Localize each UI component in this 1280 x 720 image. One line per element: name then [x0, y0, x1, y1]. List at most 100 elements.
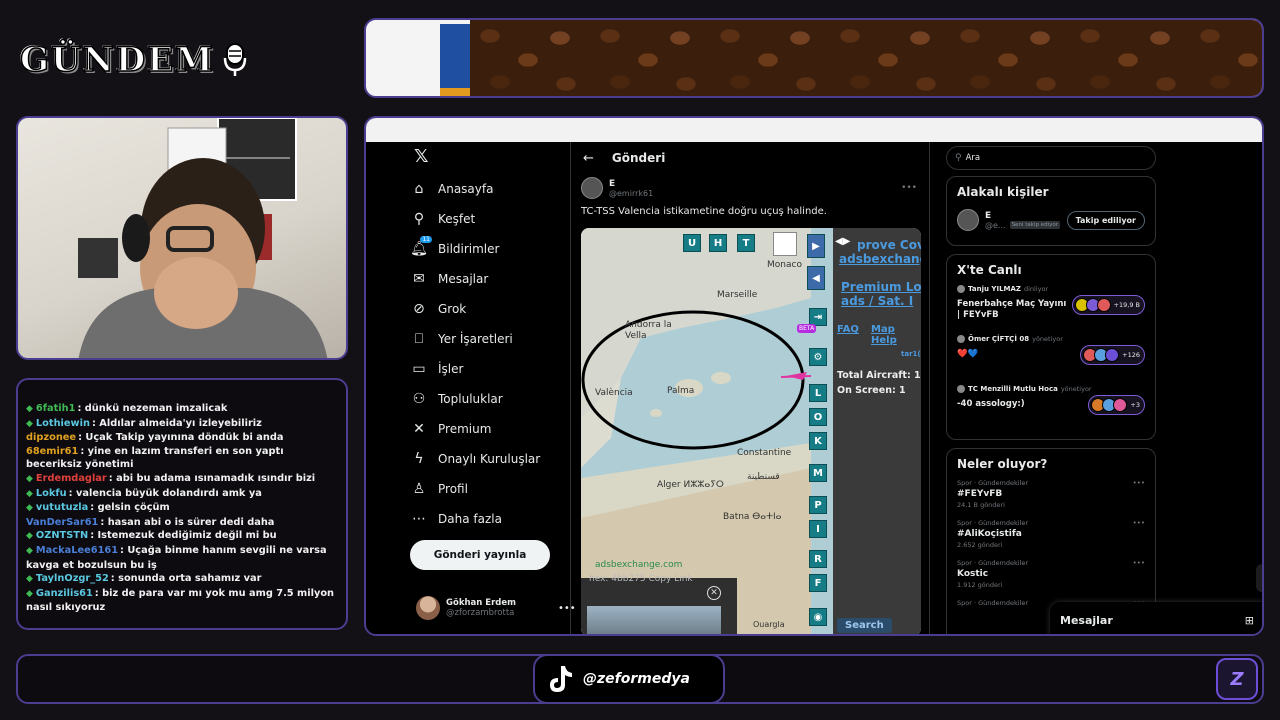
chat-message: ◆ MackaLee6161: Uçağa binme hanım sevgili… — [26, 544, 340, 572]
nav-item-more-circle[interactable]: ⋯ Daha fazla — [410, 504, 560, 534]
aircraft-photo — [587, 606, 721, 634]
trend-item[interactable]: Spor · Gündemdekiler #AliKoçistifa 2.652 g… — [957, 519, 1145, 549]
nav-item-lightning[interactable]: ϟ Onaylı Kuruluşlar — [410, 444, 560, 474]
map-watermark: adsbexchange.com — [595, 560, 683, 570]
chat-text: : hasan abi o is sürer dedi daha — [100, 516, 275, 528]
chat-username[interactable]: TaylnOzgr_52 — [36, 573, 109, 584]
chat-username[interactable]: Lothiewin — [36, 418, 90, 429]
author-name[interactable]: E — [609, 179, 653, 189]
chat-username[interactable]: 68emir61 — [26, 446, 78, 457]
more-dots-icon[interactable]: ••• — [901, 183, 917, 193]
panel-subtitle[interactable]: adsbexchang — [839, 252, 921, 266]
chat-text: : gelsin çöçüm — [90, 502, 170, 514]
beta-badge: BETA — [797, 324, 817, 333]
nav-item-mail[interactable]: ✉ Mesajlar — [410, 264, 560, 294]
nav-item-bookmark[interactable]: ⎕ Yer İşaretleri — [410, 324, 560, 354]
chat-username[interactable]: Ganzilis61 — [36, 588, 93, 599]
following-button[interactable]: Takip ediliyor — [1066, 210, 1145, 230]
map-btn-m[interactable]: M — [809, 464, 827, 482]
map-nav-prev[interactable]: ◀ — [807, 266, 825, 290]
more-dots-icon[interactable]: ••• — [1133, 559, 1145, 567]
nav-item-briefcase[interactable]: ▭ İşler — [410, 354, 560, 384]
help-link[interactable]: Help — [871, 335, 917, 346]
nav-item-person[interactable]: ♙ Profil — [410, 474, 560, 504]
new-message-icon[interactable]: ⊞ — [1245, 614, 1254, 627]
trend-count: 24,1 B gönderi — [957, 501, 1005, 509]
post-button[interactable]: Gönderi yayınla — [410, 540, 550, 570]
tweet-image-map[interactable]: Monaco Marseille Andorra la Vella Valènc… — [581, 228, 921, 634]
map-search-button[interactable]: Search — [837, 618, 892, 633]
chat-username[interactable]: Erdemdaglar — [36, 473, 107, 484]
map-help-link[interactable]: Map — [871, 324, 895, 335]
panel-collapse-icon[interactable]: ◀▶ — [835, 236, 850, 247]
x-logo-icon[interactable]: 𝕏 — [410, 146, 560, 174]
chat-message: ◆ 6fatih1: dünkü nezeman imzalicak — [26, 402, 340, 417]
map-btn-u[interactable]: U — [683, 234, 701, 252]
nav-item-people[interactable]: ⚇ Topluluklar — [410, 384, 560, 414]
avatar — [416, 596, 440, 620]
map-btn-t[interactable]: T — [737, 234, 755, 252]
more-circle-icon: ⋯ — [412, 511, 426, 527]
tar-link[interactable]: tar1( — [901, 350, 921, 358]
trend-item[interactable]: Spor · Gündemdekiler Kostic 1.912 gönderi •… — [957, 559, 1145, 589]
nav-item-search[interactable]: ⚲ Keşfet — [410, 204, 560, 234]
nav-item-home[interactable]: ⌂ Anasayfa — [410, 174, 560, 204]
nav-item-grok[interactable]: ⊘ Grok — [410, 294, 560, 324]
map-label-andorra: Andorra la Vella — [625, 320, 672, 341]
chat-message-list: ◆ 6fatih1: dünkü nezeman imzalicak ◆ Lothie… — [26, 402, 340, 615]
back-arrow-icon[interactable]: ← — [583, 151, 594, 166]
search-input[interactable]: ⚲ Ara — [946, 146, 1156, 170]
map-label-valencia: València — [595, 388, 633, 398]
map-nav-next[interactable]: ▶ — [807, 234, 825, 258]
replay-icon[interactable]: ◉ — [809, 608, 827, 626]
live-space-item[interactable]: Ömer ÇİFTÇİ 08 yönetiyor ❤️💙 +126 — [957, 335, 1145, 373]
scroll-up-button[interactable] — [1256, 564, 1262, 592]
more-dots-icon[interactable]: ••• — [1133, 519, 1145, 527]
map-btn-r[interactable]: R — [809, 550, 827, 568]
map-btn-o[interactable]: O — [809, 408, 827, 426]
map-btn-f[interactable]: F — [809, 574, 827, 592]
nav-item-x-premium[interactable]: ✕ Premium — [410, 414, 560, 444]
map-btn-l[interactable]: L — [809, 384, 827, 402]
tiktok-handle: @zeformedya — [583, 671, 690, 687]
nav-item-bell[interactable]: 🔔︎ 11 Bildirimler — [410, 234, 560, 264]
nav-label: Keşfet — [438, 212, 476, 226]
host-status: yönetiyor — [1060, 385, 1092, 393]
browser-top-bar — [366, 118, 1262, 142]
chat-message: ◆ Erdemdaglar: abi bu adama ısınamadık ıs… — [26, 472, 340, 487]
chat-username[interactable]: 6fatih1 — [36, 403, 76, 414]
live-space-item[interactable]: Tanju YILMAZ dinliyor Fenerbahçe Maç Yayın… — [957, 285, 1145, 323]
chat-username[interactable]: MackaLee6161 — [36, 545, 118, 556]
messages-drawer[interactable]: Mesajlar ⊞ — [1050, 602, 1262, 634]
chat-message: ◆ Ganzilis61: biz de para var mı yok mu a… — [26, 587, 340, 615]
chat-username[interactable]: VanDerSar61 — [26, 517, 98, 528]
premium-link[interactable]: Premium Lo — [841, 280, 921, 294]
nav-label: Mesajlar — [438, 272, 489, 286]
live-space-item[interactable]: TC Menzilli Mutlu Hoca yönetiyor -40 assol… — [957, 385, 1145, 423]
diamond-badge-icon: ◆ — [26, 574, 33, 585]
chat-username[interactable]: dipzonee — [26, 432, 76, 443]
author-avatar[interactable] — [581, 177, 603, 199]
page-title: Gönderi — [611, 151, 666, 165]
follows-you-badge: Seni takip ediyor — [1009, 221, 1060, 229]
map-btn-i[interactable]: I — [809, 520, 827, 538]
chat-username[interactable]: OZNTSTN — [36, 530, 88, 541]
map-btn-h[interactable]: H — [709, 234, 727, 252]
premium-link-2[interactable]: ads / Sat. I — [841, 294, 917, 308]
hex-copy-link[interactable]: hex: 4bb275 Copy Link — [581, 574, 737, 584]
map-btn-p[interactable]: P — [809, 496, 827, 514]
settings-gear-icon[interactable]: ⚙ — [809, 348, 827, 366]
chat-username[interactable]: vututuzla — [36, 502, 88, 513]
account-switcher[interactable]: Gökhan Erdem @zforzambrotta ••• — [416, 596, 576, 620]
relevant-name[interactable]: E — [985, 211, 1060, 221]
map-btn-k[interactable]: K — [809, 432, 827, 450]
trend-item[interactable]: Spor · Gündemdekiler #FEYvFB 24,1 B gönder… — [957, 479, 1145, 509]
avatar[interactable] — [957, 209, 979, 231]
chat-text: : abi bu adama ısınamadık ısındır bizi — [108, 472, 316, 484]
chat-username[interactable]: Lokfu — [36, 488, 67, 499]
faq-link[interactable]: FAQ — [837, 324, 859, 335]
more-dots-icon[interactable]: ••• — [1133, 479, 1145, 487]
nav-label: Onaylı Kuruluşlar — [438, 452, 541, 466]
close-icon[interactable]: ✕ — [707, 586, 721, 600]
layers-icon[interactable] — [773, 232, 797, 256]
